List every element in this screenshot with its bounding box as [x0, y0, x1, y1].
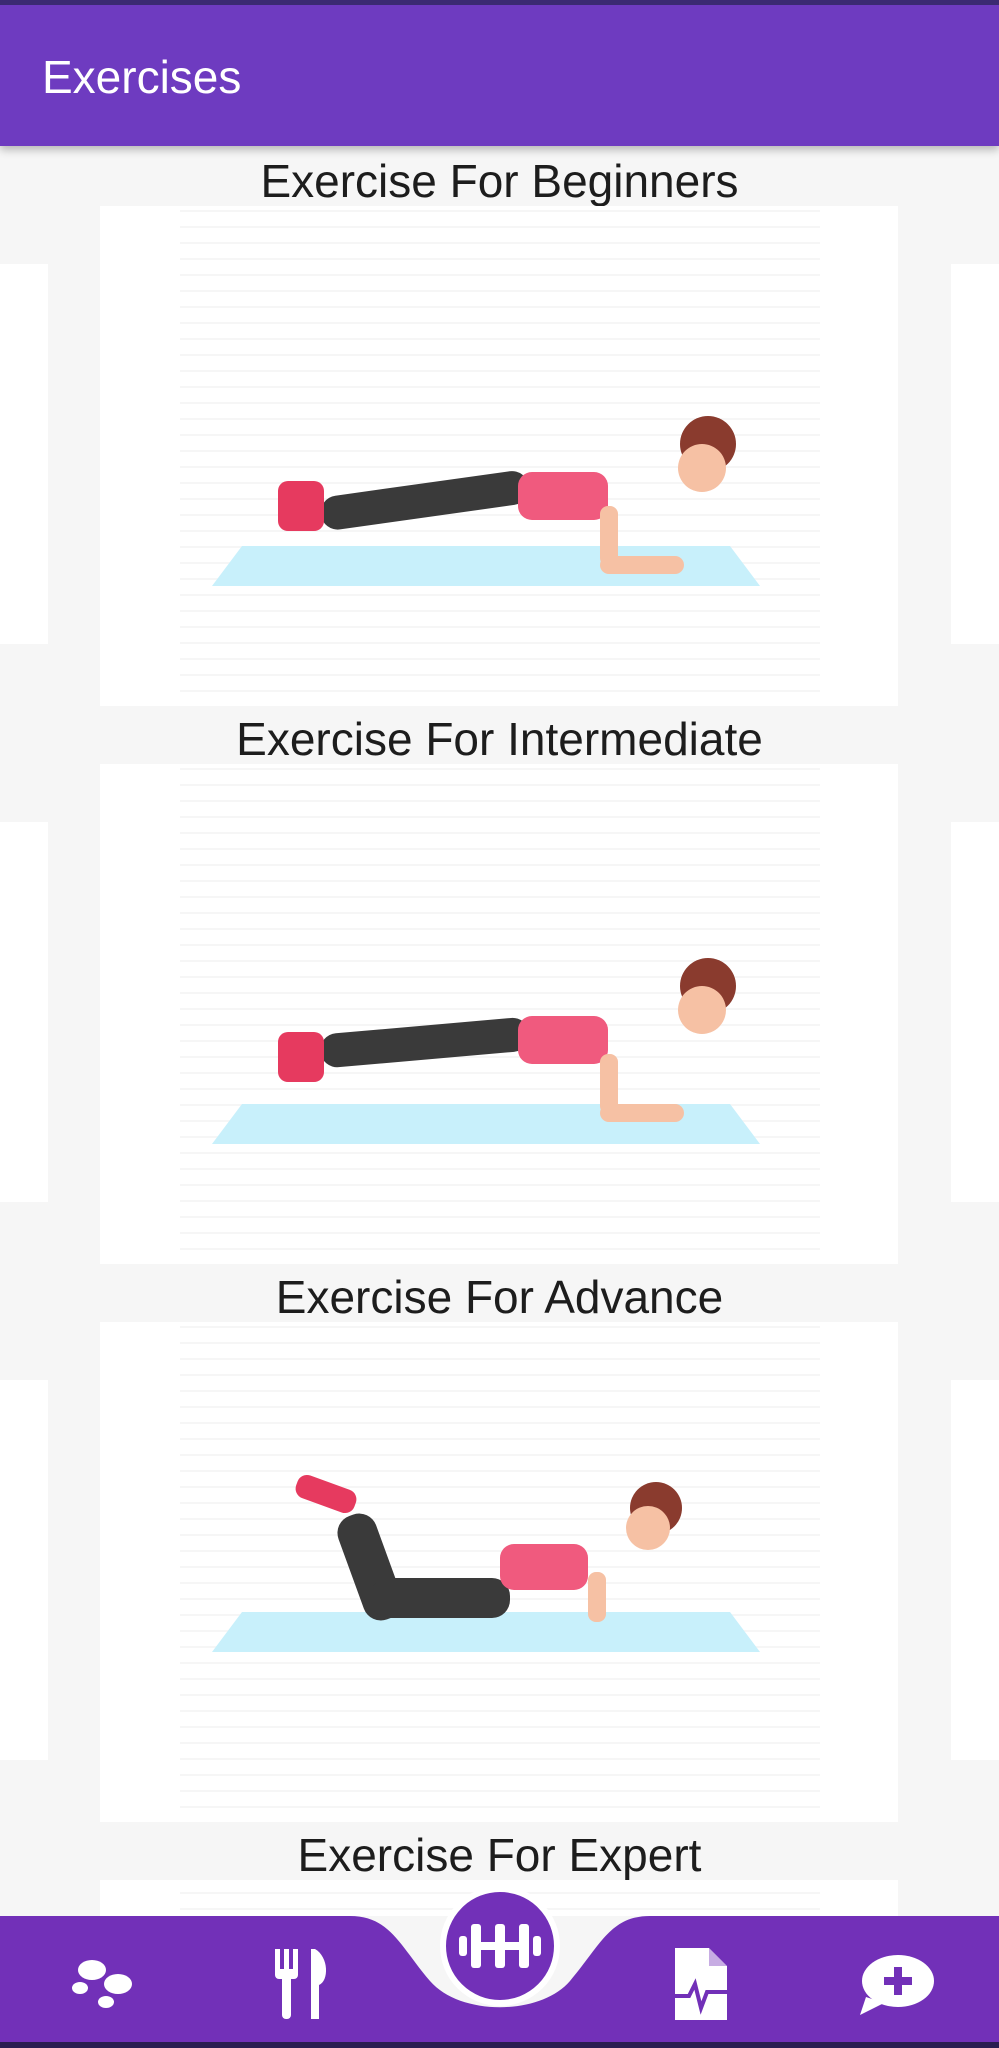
fork-knife-icon	[275, 1949, 327, 2019]
exercise-card[interactable]	[100, 1322, 898, 1822]
nav-steps[interactable]	[60, 1944, 150, 2024]
exercise-card[interactable]	[100, 206, 898, 706]
bottom-navigation	[0, 1886, 999, 2048]
health-report-icon	[675, 1948, 727, 2020]
section-title: Exercise For Beginners	[260, 155, 739, 207]
exercise-section-intermediate[interactable]: Exercise For Intermediate	[0, 704, 999, 1264]
section-title: Exercise For Intermediate	[236, 713, 763, 765]
section-title: Exercise For Advance	[275, 1271, 724, 1323]
status-strip	[0, 0, 999, 5]
exercise-section-beginners[interactable]: Exercise For Beginners	[0, 146, 999, 706]
nav-diet[interactable]	[256, 1944, 346, 2024]
footsteps-icon	[72, 1960, 132, 2008]
left-card-edge	[0, 822, 48, 1202]
exercise-section-advance[interactable]: Exercise For Advance	[0, 1262, 999, 1822]
plank-exercise-illustration	[212, 416, 760, 586]
left-card-edge	[0, 1380, 48, 1760]
plank-exercise-illustration	[212, 958, 760, 1144]
page-title: Exercises	[42, 51, 242, 103]
section-title: Exercise For Expert	[297, 1829, 702, 1881]
left-card-edge	[0, 264, 48, 644]
app-bar: Exercises	[0, 0, 999, 146]
exercise-card[interactable]	[100, 764, 898, 1264]
chat-add-icon	[860, 1955, 934, 2015]
exercise-list[interactable]: Exercise For Beginners Exercise For Inte…	[0, 146, 999, 1916]
nav-report[interactable]	[656, 1944, 746, 2024]
right-card-edge	[951, 1380, 999, 1760]
right-card-edge	[951, 264, 999, 644]
nav-workout[interactable]	[440, 1886, 560, 2006]
knee-plank-exercise-illustration	[212, 1474, 760, 1652]
system-nav-strip	[0, 2042, 999, 2048]
nav-chat[interactable]	[852, 1944, 942, 2024]
screen: Exercises Exercise For Beginners Exercis…	[0, 0, 999, 2048]
dumbbell-icon	[459, 1924, 541, 1968]
right-card-edge	[951, 822, 999, 1202]
